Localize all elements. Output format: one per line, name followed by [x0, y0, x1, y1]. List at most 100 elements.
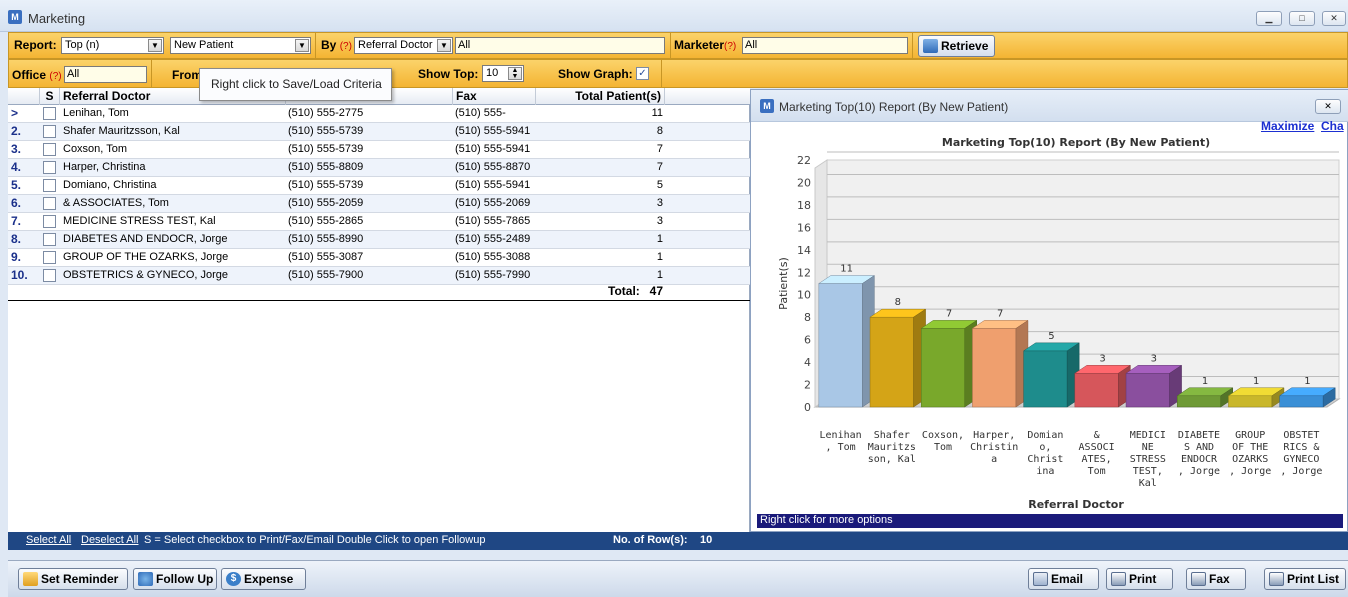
close-button[interactable]: ✕ [1322, 11, 1346, 26]
table-row[interactable]: 3. Coxson, Tom (510) 555-5739 (510) 555-594… [8, 141, 750, 159]
row-select-checkbox[interactable] [43, 215, 56, 228]
minimize-button[interactable]: ▁ [1256, 11, 1282, 26]
y-axis-label: Patient(s) [777, 257, 790, 310]
print-button[interactable]: Print [1106, 568, 1173, 590]
set-reminder-button[interactable]: Set Reminder [18, 568, 128, 590]
row-select-checkbox[interactable] [43, 251, 56, 264]
header-indicator [8, 88, 40, 105]
table-row[interactable]: 5. Domiano, Christina (510) 555-5739 (510) … [8, 177, 750, 195]
table-row[interactable]: 4. Harper, Christina (510) 555-8809 (510) 5… [8, 159, 750, 177]
row-total-patients: 3 [656, 197, 663, 209]
criteria-tooltip: Right click to Save/Load Criteria [199, 68, 392, 101]
row-total-patients: 7 [656, 161, 663, 173]
fax-button[interactable]: Fax [1186, 568, 1246, 590]
row-select-checkbox[interactable] [43, 179, 56, 192]
bar-data-label: 1 [1202, 376, 1208, 387]
bar [1023, 350, 1068, 408]
row-select-checkbox[interactable] [43, 197, 56, 210]
marketer-help-link[interactable]: (?) [724, 41, 736, 52]
print-list-label: Print List [1287, 572, 1340, 586]
deselect-all-link[interactable]: Deselect All [81, 532, 138, 549]
table-row[interactable]: 2. Shafer Mauritzsson, Kal (510) 555-5739 (… [8, 123, 750, 141]
results-grid: S Referral Doctor Fax Total Patient(s) >… [8, 88, 750, 532]
chart-footer: Right click for more options [757, 514, 1343, 528]
bar [1228, 395, 1273, 408]
row-phone: (510) 555-8990 [288, 233, 364, 245]
table-row[interactable]: 8. DIABETES AND ENDOCR, Jorge (510) 555-8… [8, 231, 750, 249]
by-filter-input[interactable]: All [455, 37, 665, 54]
fax-icon [1191, 572, 1206, 586]
bar-chart: Marketing Top(10) Report (By New Patient… [777, 136, 1341, 511]
x-tick-label: DIABETE S AND ENDOCR, Jorge [1178, 430, 1220, 477]
row-select-checkbox[interactable] [43, 125, 56, 138]
table-row[interactable]: 6. & ASSOCIATES, Tom (510) 555-2059 (510) 5… [8, 195, 750, 213]
divider [661, 60, 662, 87]
header-fax[interactable]: Fax [453, 88, 536, 105]
follow-up-button[interactable]: Follow Up [133, 568, 217, 590]
row-select-checkbox[interactable] [43, 269, 56, 282]
table-row[interactable]: 9. GROUP OF THE OZARKS, Jorge (510) 555-3… [8, 249, 750, 267]
row-total-patients: 5 [656, 179, 663, 191]
row-number: > [11, 106, 19, 120]
dollar-icon: $ [226, 572, 241, 586]
maximize-link[interactable]: Maximize [1261, 119, 1314, 133]
header-total-patients[interactable]: Total Patient(s) [536, 88, 665, 105]
y-tick-label: 4 [804, 356, 811, 369]
y-tick-label: 20 [797, 176, 811, 189]
chart-options-link[interactable]: Cha [1321, 119, 1344, 133]
x-tick-label: GROUP OF THE OZARKS, Jorge [1229, 430, 1271, 477]
retrieve-button[interactable]: Retrieve [918, 35, 995, 57]
office-help-link[interactable]: (?) [49, 71, 61, 82]
report-type-select[interactable]: New Patient ▼ [170, 37, 311, 54]
x-tick-label: Domian o, Christ ina [1027, 430, 1063, 477]
email-button[interactable]: Email [1028, 568, 1099, 590]
row-phone: (510) 555-5739 [288, 179, 364, 191]
criteria-row-1: Report: Top (n) ▼ New Patient ▼ By (?) R… [8, 32, 1348, 59]
header-select[interactable]: S [40, 88, 60, 105]
row-number: 7. [11, 214, 22, 228]
chart-close-button[interactable]: ✕ [1315, 99, 1341, 114]
row-total-patients: 1 [656, 251, 663, 263]
divider [315, 33, 316, 58]
office-input[interactable]: All [64, 66, 147, 83]
marketer-label: Marketer(?) [674, 38, 737, 52]
table-row[interactable]: > Lenihan, Tom (510) 555-2775 (510) 555- 11 [8, 105, 750, 123]
table-row[interactable]: 7. MEDICINE STRESS TEST, Kal (510) 555-286… [8, 213, 750, 231]
print-list-button[interactable]: Print List [1264, 568, 1346, 590]
bar-data-label: 7 [997, 308, 1003, 319]
row-total-patients: 1 [656, 233, 663, 245]
x-tick-label: & ASSOCI ATES, Tom [1079, 430, 1115, 477]
show-graph-checkbox[interactable]: ✓ [636, 67, 649, 80]
select-all-link[interactable]: Select All [26, 532, 71, 549]
window-titlebar: M Marketing ▁ □ ✕ [0, 0, 1348, 32]
printer-icon [1111, 572, 1126, 586]
expense-button[interactable]: $ Expense [221, 568, 306, 590]
row-select-checkbox[interactable] [43, 233, 56, 246]
row-referral-doctor: Shafer Mauritzsson, Kal [63, 125, 180, 137]
row-total-patients: 3 [656, 215, 663, 227]
row-select-checkbox[interactable] [43, 161, 56, 174]
by-help-link[interactable]: (?) [340, 41, 352, 52]
y-tick-label: 10 [797, 289, 811, 302]
row-fax: (510) 555-5941 [455, 143, 531, 155]
row-phone: (510) 555-2865 [288, 215, 364, 227]
restore-button[interactable]: □ [1289, 11, 1315, 26]
by-select[interactable]: Referral Doctor ▼ [354, 37, 453, 54]
row-number: 10. [11, 268, 28, 282]
bar-data-label: 5 [1048, 331, 1054, 342]
row-select-checkbox[interactable] [43, 107, 56, 120]
report-select[interactable]: Top (n) ▼ [61, 37, 164, 54]
row-number: 5. [11, 178, 22, 192]
y-tick-label: 2 [804, 379, 811, 392]
row-count-value: 10 [700, 534, 713, 546]
bar [869, 316, 914, 408]
row-select-checkbox[interactable] [43, 143, 56, 156]
print-label: Print [1129, 572, 1157, 586]
spinner-icon[interactable]: ▲ ▼ [508, 67, 522, 80]
divider [151, 60, 152, 87]
report-select-value: Top (n) [65, 39, 100, 51]
row-phone: (510) 555-7900 [288, 269, 364, 281]
marketer-input[interactable]: All [742, 37, 908, 54]
reminder-icon [23, 572, 38, 586]
show-top-stepper[interactable]: 10 ▲ ▼ [482, 65, 524, 82]
